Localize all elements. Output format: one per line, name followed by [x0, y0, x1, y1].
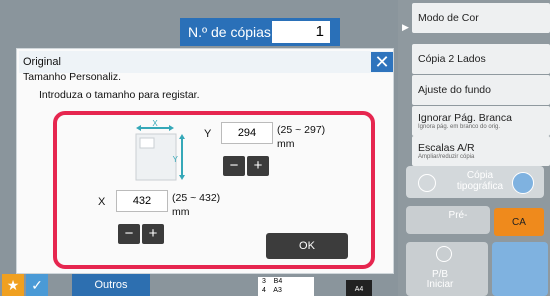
bw-start-label: P/B Iniciar — [426, 269, 454, 290]
copy-icon — [418, 174, 436, 192]
side-item-label: Ignorar Pág. Branca — [418, 112, 512, 124]
x-label: X — [98, 196, 106, 208]
dialog-instruction: Introduza o tamanho para registar. — [39, 89, 200, 101]
x-unit: mm — [172, 206, 190, 218]
side-item-label: Ajuste do fundo — [418, 84, 491, 96]
paper-tray-indicator[interactable]: 3 B4 4 A3 — [258, 277, 314, 296]
y-size-input[interactable]: 294 — [221, 122, 273, 144]
side-item-skip-blank[interactable]: Ignorar Pág. Branca Ignora pág. em branc… — [412, 106, 550, 136]
preview-label: Pré- — [448, 210, 468, 221]
side-menu: ▶ Modo de Cor Cópia 2 Lados Ajuste do fu… — [398, 0, 550, 296]
dialog-subtitle: Tamanho Personaliz. — [23, 71, 122, 83]
side-item-label: Modo de Cor — [418, 12, 479, 24]
side-item-label: Escalas A/R — [418, 142, 475, 154]
diagram-y-label: Y — [173, 155, 179, 164]
x-range: (25 ~ 432) — [172, 192, 221, 204]
dialog-title: Original — [19, 51, 393, 73]
side-item-sublabel: Ampliar/reduzir cópia — [418, 154, 475, 160]
side-item-background[interactable]: Ajuste do fundo — [412, 75, 550, 105]
copies-bar: N.º de cópias 1 — [180, 18, 340, 46]
y-label: Y — [204, 128, 212, 140]
side-item-sublabel: Ignora pág. em branco do orig. — [418, 124, 501, 130]
side-expand-icon[interactable]: ▶ — [402, 22, 409, 33]
color-start-icon — [512, 172, 534, 194]
start-icon — [436, 246, 452, 262]
y-plus-button[interactable]: + — [247, 156, 269, 176]
x-plus-button[interactable]: + — [142, 224, 164, 244]
y-range: (25 ~ 297) — [277, 124, 326, 136]
y-unit: mm — [277, 138, 295, 150]
side-item-label: Cópia 2 Lados — [418, 53, 486, 65]
others-button[interactable]: Outros — [72, 274, 150, 296]
tray-line: 4 A3 — [262, 287, 282, 294]
paper-size-diagram-icon: X Y — [135, 120, 185, 181]
close-icon[interactable]: ✕ — [371, 52, 393, 72]
side-item-zoom[interactable]: Escalas A/R Ampliar/reduzir cópia — [412, 136, 550, 166]
star-icon[interactable]: ★ — [2, 274, 24, 296]
side-item-duplex[interactable]: Cópia 2 Lados — [412, 44, 550, 74]
y-minus-button[interactable]: − — [223, 156, 245, 176]
check-icon[interactable]: ✓ — [26, 274, 48, 296]
x-size-input[interactable]: 432 — [116, 190, 168, 212]
copies-input[interactable]: 1 — [272, 21, 330, 43]
ok-button[interactable]: OK — [266, 233, 348, 259]
x-minus-button[interactable]: − — [118, 224, 140, 244]
side-item-color-mode[interactable]: Modo de Cor — [412, 3, 550, 33]
diagram-x-label: X — [152, 120, 158, 128]
tray-line: 3 B4 — [262, 278, 283, 285]
paper-size-label: A4 — [346, 280, 372, 296]
copies-label: N.º de cópias — [188, 24, 271, 40]
clear-all-button[interactable]: CA — [494, 208, 544, 236]
typographic-copy-label: Cópia tipográfica — [456, 170, 504, 192]
color-start-button[interactable] — [492, 242, 548, 296]
